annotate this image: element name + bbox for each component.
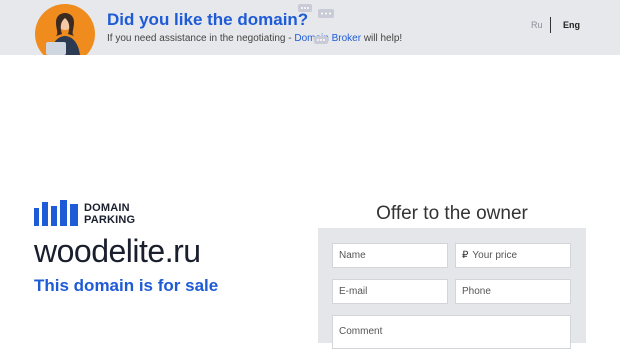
banner-subtitle-text: If you need assistance in the negotiatin…: [107, 33, 295, 44]
for-sale-label: This domain is for sale: [34, 276, 219, 295]
language-separator: [550, 17, 551, 33]
broker-avatar-icon: [35, 4, 95, 55]
domain-parking-logo-text: DOMAIN PARKING: [84, 202, 135, 226]
logo-line-1: DOMAIN: [84, 202, 130, 214]
banner-title: Did you like the domain?: [107, 10, 309, 29]
price-placeholder: Your price: [472, 250, 518, 261]
domain-parking-logo-icon: [34, 200, 78, 226]
phone-input[interactable]: Phone: [455, 279, 571, 304]
offer-title: Offer to the owner: [376, 203, 528, 224]
ruble-icon: ₽: [462, 250, 469, 261]
banner-subtitle: If you need assistance in the negotiatin…: [107, 33, 402, 44]
chat-bubbles-icon: [298, 4, 334, 44]
comment-placeholder: Comment: [339, 326, 383, 337]
email-input[interactable]: E-mail: [332, 279, 448, 304]
email-placeholder: E-mail: [339, 286, 368, 297]
name-input[interactable]: Name: [332, 243, 448, 268]
language-ru-link[interactable]: Ru: [531, 20, 543, 30]
assistance-banner: Did you like the domain? If you need ass…: [0, 0, 620, 55]
phone-placeholder: Phone: [462, 286, 491, 297]
comment-textarea[interactable]: Comment: [332, 315, 571, 349]
language-en-link[interactable]: Eng: [563, 20, 580, 30]
domain-name: woodelite.ru: [34, 233, 201, 269]
logo-line-2: PARKING: [84, 214, 136, 226]
price-input[interactable]: ₽ Your price: [455, 243, 571, 268]
banner-subtitle-end: will help!: [361, 33, 403, 44]
name-placeholder: Name: [339, 250, 366, 261]
